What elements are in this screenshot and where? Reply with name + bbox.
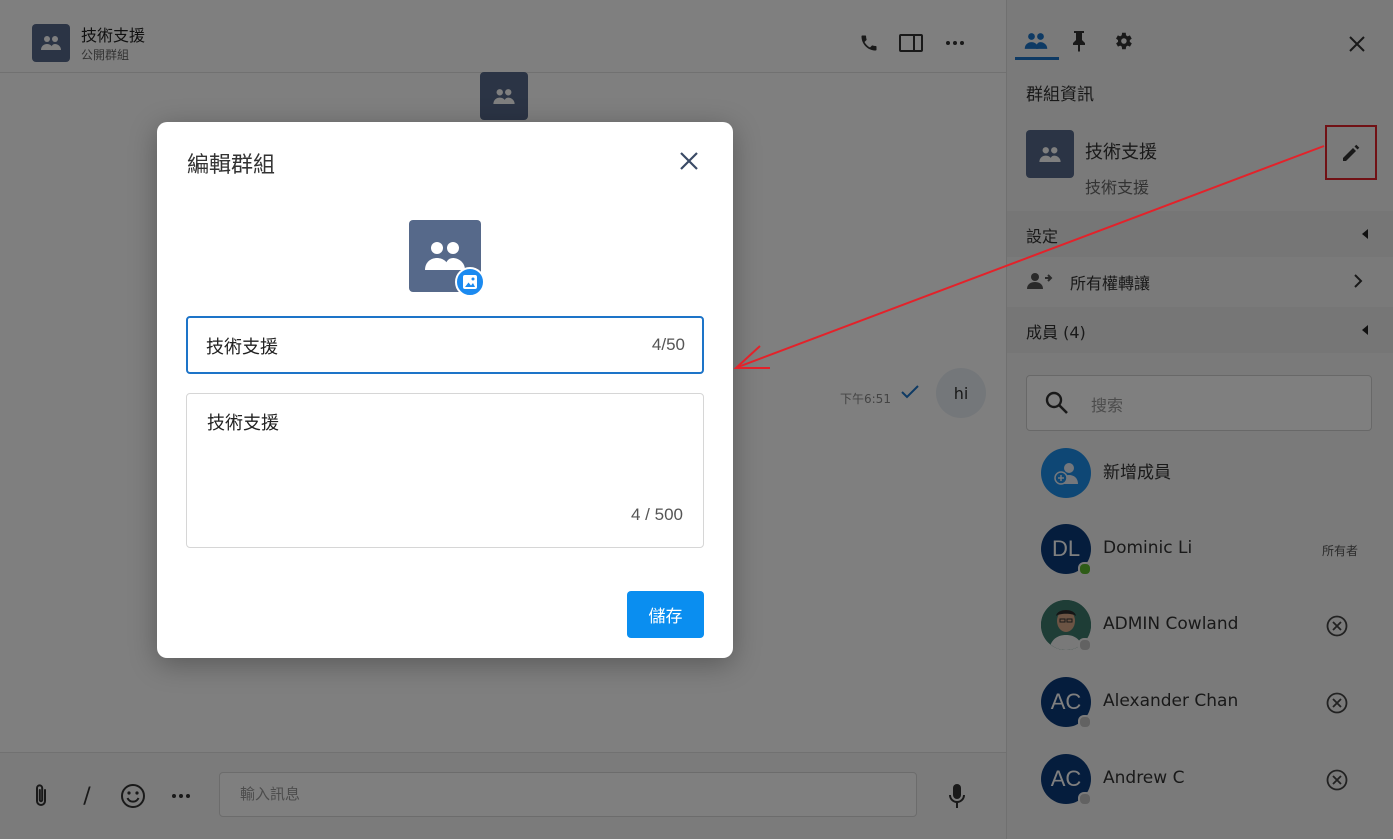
dialog-title: 編輯群組: [187, 153, 276, 178]
image-icon: [463, 275, 477, 289]
dialog-close-button[interactable]: [674, 146, 704, 176]
group-name-input[interactable]: 技術支援 4/50: [186, 316, 704, 374]
group-description-counter: 4 / 500: [631, 505, 683, 524]
group-name-counter: 4/50: [651, 335, 685, 354]
save-button[interactable]: 儲存: [627, 591, 704, 638]
change-image-button[interactable]: [455, 267, 485, 297]
group-icon: [425, 242, 465, 270]
group-description-textarea[interactable]: 技術支援 4 / 500: [186, 393, 704, 548]
group-description-value: 技術支援: [207, 413, 279, 434]
group-name-value: 技術支援: [206, 337, 278, 358]
chat-app: 技術支援 公開群組 下午6:51 hi /: [0, 0, 1393, 840]
close-icon: [680, 152, 698, 170]
edit-group-dialog: 編輯群組 技術支援 4/50 技術支援 4 / 500 儲存: [157, 122, 733, 658]
